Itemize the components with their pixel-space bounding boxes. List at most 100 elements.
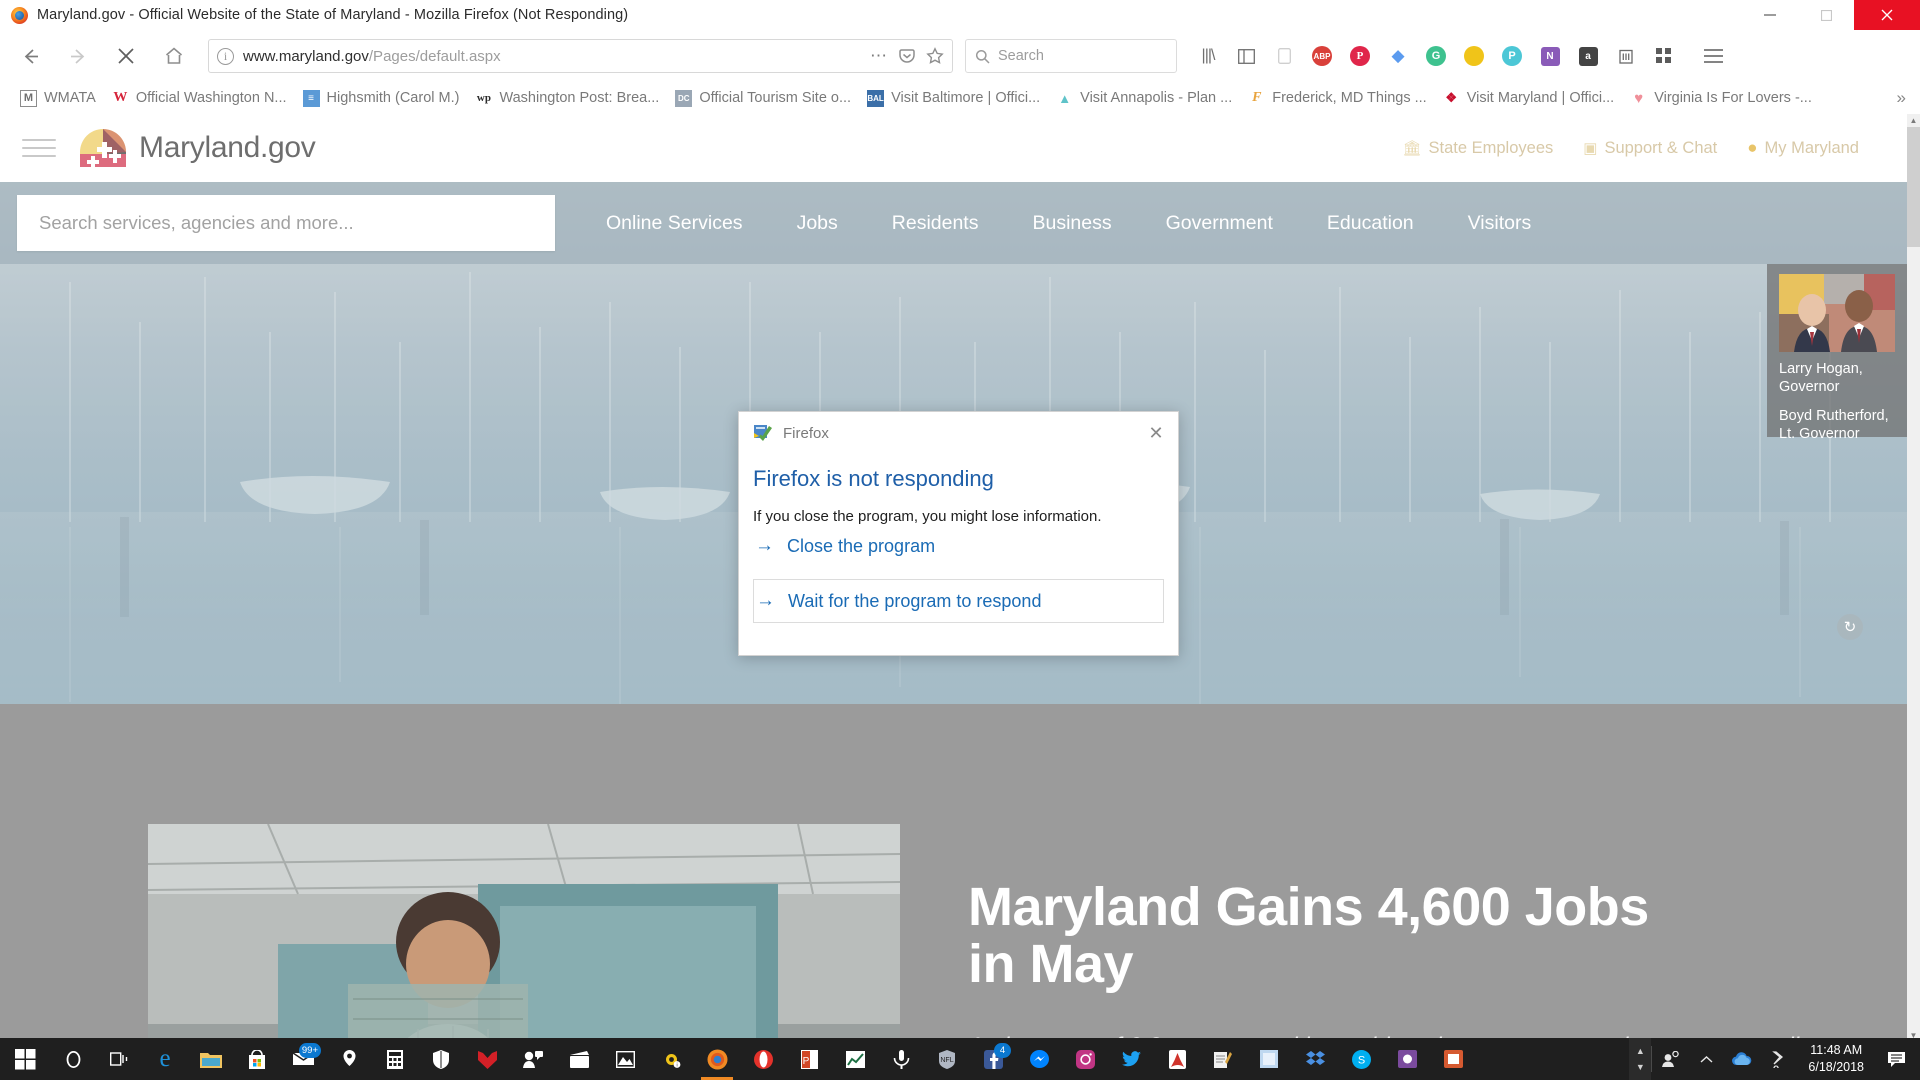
bookmark-item[interactable]: BAL Visit Baltimore | Offici... (859, 85, 1048, 111)
nav-item-residents[interactable]: Residents (865, 212, 1006, 235)
nav-item-jobs[interactable]: Jobs (770, 212, 865, 235)
twitter-icon[interactable] (1108, 1038, 1154, 1080)
onenote-icon[interactable]: N (1534, 40, 1566, 72)
settings-icon[interactable]: i (648, 1038, 694, 1080)
taskbar-overflow-scroll[interactable]: ▲ ▼ (1629, 1038, 1652, 1080)
honey-icon[interactable] (1458, 40, 1490, 72)
amazon-assistant-icon[interactable]: a (1572, 40, 1604, 72)
bookmark-item[interactable]: DC Official Tourism Site o... (667, 85, 859, 111)
bookmark-item[interactable]: W Official Washington N... (104, 85, 295, 111)
adblock-plus-icon[interactable]: ABP (1306, 40, 1338, 72)
microsoft-store-icon[interactable] (234, 1038, 280, 1080)
bookmark-item[interactable]: F Frederick, MD Things ... (1240, 85, 1434, 111)
bookmark-item[interactable]: ▲ Visit Annapolis - Plan ... (1048, 85, 1240, 111)
sidebars-icon[interactable] (1230, 40, 1262, 72)
bookmark-item[interactable]: ≡ Highsmith (Carol M.) (295, 85, 468, 111)
bookmark-item[interactable]: ❖ Visit Maryland | Offici... (1435, 85, 1622, 111)
carousel-refresh-icon[interactable]: ↻ (1837, 614, 1863, 640)
nav-item-business[interactable]: Business (1005, 212, 1138, 235)
facebook-icon[interactable]: 4 (970, 1038, 1016, 1080)
dialog-close-button[interactable]: ✕ (1134, 412, 1178, 454)
bookmark-item[interactable]: ♥ Virginia Is For Lovers -... (1622, 85, 1820, 111)
dropbox-icon[interactable]: ◆ (1382, 40, 1414, 72)
back-button-icon[interactable] (10, 36, 50, 76)
powerpoint-icon[interactable]: P (786, 1038, 832, 1080)
nav-item-government[interactable]: Government (1139, 212, 1300, 235)
messenger-icon[interactable] (1016, 1038, 1062, 1080)
nfl-icon[interactable]: NFL (924, 1038, 970, 1080)
skype-icon[interactable]: S (1338, 1038, 1384, 1080)
search-bar[interactable]: Search (965, 39, 1177, 73)
scroll-up-arrow-icon[interactable]: ▲ (1907, 114, 1920, 127)
photos-icon[interactable] (602, 1038, 648, 1080)
screenshot-tool-icon[interactable] (1384, 1038, 1430, 1080)
mail-icon[interactable]: 99+ (280, 1038, 326, 1080)
mcafee-icon[interactable] (464, 1038, 510, 1080)
privacy-badger-icon[interactable]: P (1496, 40, 1528, 72)
wait-for-program-option[interactable]: → Wait for the program to respond (753, 579, 1164, 623)
home-button-icon[interactable] (154, 36, 194, 76)
site-search-box[interactable]: Search services, agencies and more... (17, 195, 555, 251)
close-button[interactable] (1854, 0, 1920, 30)
calculator-icon[interactable] (372, 1038, 418, 1080)
podcast-icon[interactable] (878, 1038, 924, 1080)
instagram-icon[interactable] (1062, 1038, 1108, 1080)
maximize-button[interactable] (1798, 0, 1854, 30)
trash-icon[interactable] (1610, 40, 1642, 72)
forward-button-icon[interactable] (58, 36, 98, 76)
excel-chart-icon[interactable] (832, 1038, 878, 1080)
opera-icon[interactable] (740, 1038, 786, 1080)
start-button[interactable] (0, 1038, 50, 1080)
pinterest-icon[interactable]: P (1344, 40, 1376, 72)
windows-defender-icon[interactable] (418, 1038, 464, 1080)
cortana-search-icon[interactable] (50, 1038, 96, 1080)
library-icon[interactable]: |||\ (1192, 40, 1224, 72)
site-info-icon[interactable]: i (217, 47, 234, 65)
not-responding-dialog[interactable]: Firefox ✕ Firefox is not responding If y… (738, 411, 1179, 656)
header-link-my-maryland[interactable]: ● My Maryland (1747, 138, 1859, 158)
header-link-state-employees[interactable]: 🏛 State Employees (1402, 139, 1553, 158)
page-actions-icon[interactable]: ⋯ (870, 46, 888, 66)
firefox-taskbar-icon[interactable] (694, 1038, 740, 1080)
people-icon[interactable] (510, 1038, 556, 1080)
page-scrollbar[interactable]: ▲ ▼ (1907, 114, 1920, 1042)
task-view-icon[interactable] (96, 1038, 142, 1080)
dropbox-taskbar-icon[interactable] (1292, 1038, 1338, 1080)
show-hidden-icons-chevron[interactable] (1688, 1038, 1724, 1080)
bookmark-star-icon[interactable] (926, 47, 944, 65)
edge-icon[interactable]: e (142, 1038, 188, 1080)
onedrive-icon[interactable] (1724, 1038, 1760, 1080)
pocket-icon[interactable] (898, 47, 916, 65)
minimize-button[interactable] (1742, 0, 1798, 30)
governors-card[interactable]: Larry Hogan, Governor Boyd Rutherford, L… (1767, 264, 1907, 442)
reader-mode-icon[interactable] (1268, 40, 1300, 72)
scrollbar-thumb[interactable] (1907, 127, 1920, 247)
address-bar[interactable]: i www.maryland.gov/Pages/default.aspx ⋯ (208, 39, 953, 73)
notepad-icon[interactable] (1200, 1038, 1246, 1080)
stop-button-icon[interactable] (106, 36, 146, 76)
file-explorer-icon[interactable] (188, 1038, 234, 1080)
bluetooth-pen-icon[interactable] (1760, 1038, 1796, 1080)
factory-worker-photo[interactable] (148, 824, 900, 1042)
hamburger-menu-icon[interactable] (1697, 40, 1729, 72)
site-menu-icon[interactable] (22, 133, 56, 163)
close-the-program-option[interactable]: → Close the program (753, 525, 1164, 567)
bookmarks-overflow-chevron[interactable]: » (1897, 88, 1906, 108)
nav-item-visitors[interactable]: Visitors (1441, 212, 1559, 235)
notifications-icon[interactable] (1876, 1038, 1920, 1080)
bookmark-item[interactable]: M WMATA (12, 85, 104, 111)
grammarly-icon[interactable]: G (1420, 40, 1452, 72)
snipping-tool-icon[interactable] (1430, 1038, 1476, 1080)
nav-item-education[interactable]: Education (1300, 212, 1441, 235)
sticky-notes-icon[interactable] (1246, 1038, 1292, 1080)
maps-icon[interactable] (326, 1038, 372, 1080)
movies-tv-icon[interactable] (556, 1038, 602, 1080)
add-extension-icon[interactable] (1648, 40, 1680, 72)
nav-item-online-services[interactable]: Online Services (579, 212, 770, 235)
bookmark-item[interactable]: wp Washington Post: Brea... (467, 85, 667, 111)
taskbar-clock[interactable]: 11:48 AM 6/18/2018 (1796, 1042, 1876, 1076)
window-title-bar[interactable]: Maryland.gov - Official Website of the S… (0, 0, 1920, 30)
people-tray-icon[interactable] (1652, 1038, 1688, 1080)
site-brand-title[interactable]: Maryland.gov (139, 131, 316, 165)
adobe-reader-icon[interactable] (1154, 1038, 1200, 1080)
